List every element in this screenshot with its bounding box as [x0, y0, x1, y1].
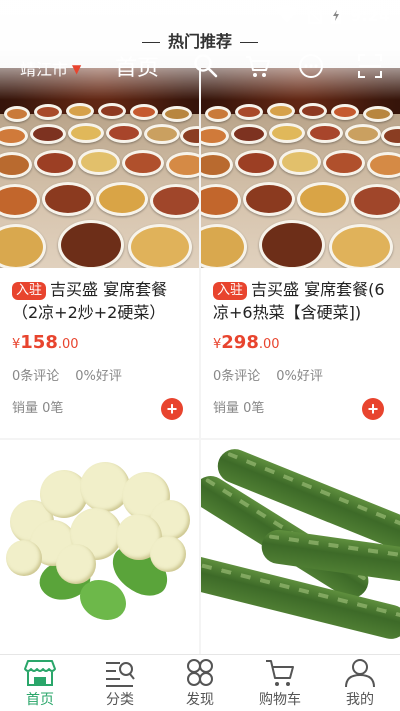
- message-icon[interactable]: [297, 52, 325, 80]
- good-rate: 0%好评: [276, 369, 323, 384]
- sales-row: 销量 0笔 +: [213, 398, 388, 420]
- review-count: 0条评论: [213, 369, 261, 384]
- bottom-nav: 首页 分类 发现 购物车 我的: [0, 654, 400, 711]
- discover-icon: [187, 659, 213, 686]
- home-store-icon: [24, 660, 56, 686]
- product-price: ¥298.00: [213, 332, 280, 353]
- sales-count: 销量 0笔: [213, 401, 265, 416]
- review-count: 0条评论: [12, 369, 60, 384]
- product-price: ¥158.00: [12, 332, 79, 353]
- nav-label: 首页: [26, 692, 54, 708]
- product-image-cauliflower: [0, 440, 199, 640]
- product-grid: 入驻 吉买盛 宴席套餐（2凉+2炒+2硬菜） ¥158.00 0条评论 0%好评 销…: [0, 0, 400, 711]
- home-page: 入驻 吉买盛 宴席套餐（2凉+2炒+2硬菜） ¥158.00 0条评论 0%好评 销…: [0, 0, 400, 711]
- city-selector[interactable]: 靖江市 ▼: [20, 56, 81, 80]
- top-bar: 靖江市 ▼ 首页: [0, 48, 400, 86]
- settled-tag: 入驻: [213, 282, 248, 300]
- good-rate: 0%好评: [75, 369, 122, 384]
- cart-icon[interactable]: [244, 52, 272, 80]
- sales-count: 销量 0笔: [12, 401, 64, 416]
- chevron-down-icon: ▼: [72, 62, 82, 76]
- product-stats: 0条评论 0%好评: [12, 365, 187, 384]
- city-label: 靖江市: [20, 60, 69, 79]
- product-card[interactable]: [0, 440, 199, 670]
- product-image-loofah: [201, 440, 400, 640]
- add-to-cart-button[interactable]: +: [161, 398, 183, 420]
- nav-label: 我的: [346, 692, 374, 708]
- add-to-cart-button[interactable]: +: [362, 398, 384, 420]
- status-bar: 9:24: [0, 0, 400, 30]
- nav-label: 分类: [106, 692, 134, 708]
- sales-row: 销量 0笔 +: [12, 398, 187, 420]
- nav-category[interactable]: 分类: [80, 655, 160, 711]
- settled-tag: 入驻: [12, 282, 47, 300]
- page-title: 首页: [115, 56, 160, 81]
- nav-discover[interactable]: 发现: [160, 655, 240, 711]
- battery-charging-icon: [331, 5, 342, 24]
- scan-icon[interactable]: [356, 52, 384, 80]
- nav-home[interactable]: 首页: [0, 655, 80, 711]
- user-icon: [345, 659, 375, 688]
- nav-cart[interactable]: 购物车: [240, 655, 320, 711]
- cart-icon: [266, 660, 294, 686]
- product-stats: 0条评论 0%好评: [213, 365, 388, 384]
- category-search-icon: [106, 662, 135, 687]
- product-title: 入驻 吉买盛 宴席套餐(6凉+6热菜【含硬菜]): [213, 278, 388, 324]
- no-sim-icon: [306, 6, 323, 24]
- search-icon[interactable]: [192, 52, 220, 80]
- product-card[interactable]: 入驻 吉买盛 宴席套餐（2凉+2炒+2硬菜） ¥158.00 0条评论 0%好评 销…: [0, 68, 199, 438]
- status-time: 9:24: [350, 5, 390, 25]
- nav-label: 购物车: [259, 692, 301, 708]
- nav-profile[interactable]: 我的: [320, 655, 400, 711]
- product-card[interactable]: 入驻 吉买盛 宴席套餐(6凉+6热菜【含硬菜]) ¥298.00 0条评论 0%好评…: [201, 68, 400, 438]
- product-card[interactable]: [201, 440, 400, 670]
- wifi-icon: [276, 6, 299, 23]
- product-title: 入驻 吉买盛 宴席套餐（2凉+2炒+2硬菜）: [12, 278, 187, 324]
- nav-label: 发现: [186, 692, 214, 708]
